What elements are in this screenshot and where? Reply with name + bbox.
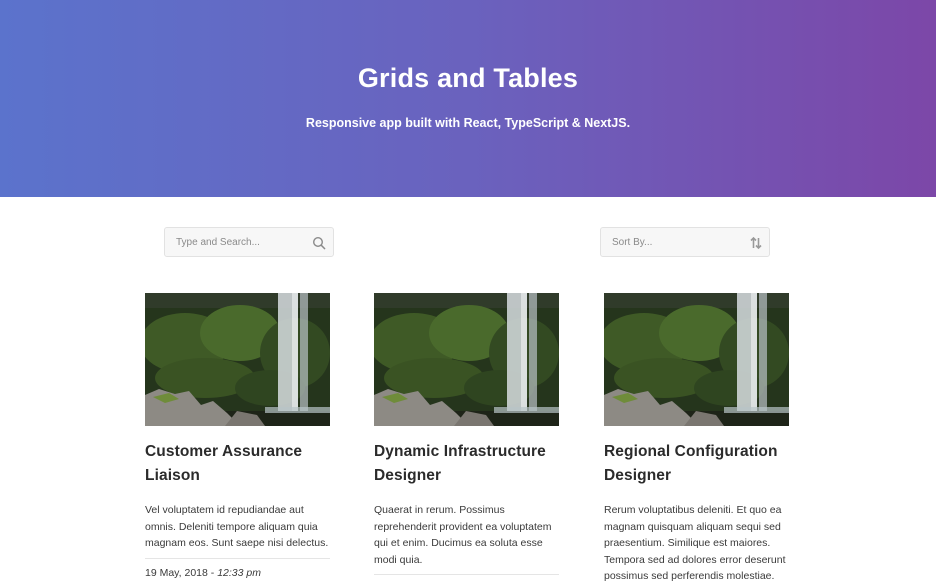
card-title[interactable]: Customer Assurance Liaison (145, 440, 330, 488)
sort-arrows-icon (750, 236, 762, 250)
sort-label: Sort By... (612, 237, 653, 248)
hero-banner: Grids and Tables Responsive app built wi… (0, 0, 936, 197)
sort-dropdown[interactable]: Sort By... (600, 227, 770, 257)
card-description: Quaerat in rerum. Possimus reprehenderit… (374, 504, 552, 566)
card[interactable]: Dynamic Infrastructure Designer Quaerat … (374, 293, 559, 575)
card-divider (374, 574, 559, 575)
card[interactable]: Customer Assurance Liaison Vel voluptate… (145, 293, 330, 579)
waterfall-image[interactable] (145, 293, 330, 426)
card-title[interactable]: Dynamic Infrastructure Designer (374, 440, 559, 488)
search-input[interactable] (165, 228, 333, 256)
card-date-time: 12:33 pm (217, 566, 261, 579)
card[interactable]: Regional Configuration Designer Rerum vo… (604, 293, 789, 584)
card-description: Rerum voluptatibus deleniti. Et quo ea m… (604, 504, 786, 582)
search-icon[interactable] (312, 236, 326, 250)
card-date-separator: - (207, 566, 218, 579)
waterfall-image[interactable] (374, 293, 559, 426)
card-date: 19 May, 2018 - 12:33 pm (145, 567, 330, 579)
card-divider (145, 557, 330, 559)
search-box[interactable] (164, 227, 334, 257)
page-title: Grids and Tables (357, 63, 579, 93)
card-date-day: 19 May, 2018 (145, 566, 208, 579)
page-subtitle: Responsive app built with React, TypeScr… (305, 116, 631, 130)
waterfall-image[interactable] (604, 293, 789, 426)
card-description: Vel voluptatem id repudiandae aut omnis.… (145, 504, 329, 549)
card-title[interactable]: Regional Configuration Designer (604, 440, 789, 488)
